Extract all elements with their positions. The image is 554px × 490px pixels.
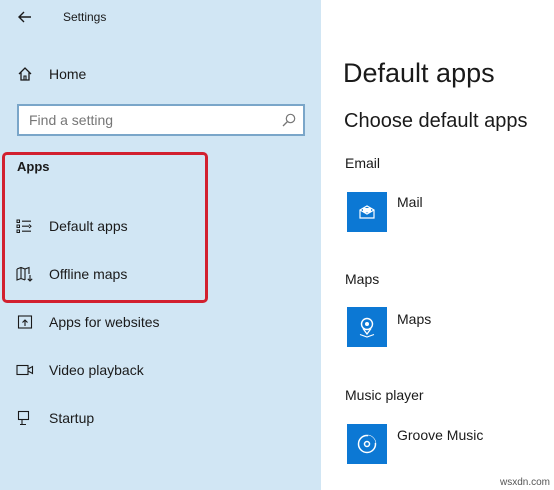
offline-maps-icon <box>16 265 34 283</box>
section-title: Choose default apps <box>344 110 528 132</box>
mail-app-tile[interactable] <box>347 192 387 232</box>
sidebar-item-label: Offline maps <box>49 266 128 282</box>
sidebar-item-video-playback[interactable]: Video playback <box>0 350 321 390</box>
startup-icon <box>16 409 34 427</box>
sidebar-item-default-apps[interactable]: Default apps <box>0 206 321 246</box>
sidebar-item-home[interactable]: Home <box>0 54 321 94</box>
window-title: Settings <box>63 10 107 24</box>
category-label-maps: Maps <box>345 271 380 287</box>
video-playback-icon <box>16 361 34 379</box>
mail-icon <box>359 205 375 219</box>
sidebar-item-startup[interactable]: Startup <box>0 398 321 438</box>
default-email-app-name[interactable]: Mail <box>397 194 423 210</box>
main-content: Default apps Choose default apps Email M… <box>321 0 554 490</box>
search-icon[interactable] <box>281 112 297 128</box>
category-label-email: Email <box>345 155 381 171</box>
home-icon <box>16 65 34 83</box>
sidebar-item-label: Default apps <box>49 218 128 234</box>
groove-music-app-tile[interactable] <box>347 424 387 464</box>
default-maps-app-name[interactable]: Maps <box>397 311 431 327</box>
maps-app-tile[interactable] <box>347 307 387 347</box>
maps-icon <box>359 317 375 338</box>
groove-music-icon <box>357 434 377 454</box>
sidebar-item-apps-for-websites[interactable]: Apps for websites <box>0 302 321 342</box>
search-input[interactable] <box>29 112 269 128</box>
sidebar: Settings Home Apps Default apps <box>0 0 321 490</box>
sidebar-item-label: Video playback <box>49 362 144 378</box>
sidebar-item-label: Home <box>49 66 87 82</box>
apps-for-websites-icon <box>16 313 34 331</box>
default-music-app-name[interactable]: Groove Music <box>397 427 483 443</box>
back-arrow-icon <box>18 11 31 23</box>
section-heading-apps: Apps <box>17 159 50 174</box>
watermark: wsxdn.com <box>499 477 550 488</box>
sidebar-item-offline-maps[interactable]: Offline maps <box>0 254 321 294</box>
category-label-music-player: Music player <box>345 387 424 403</box>
default-apps-icon <box>16 217 34 235</box>
back-button[interactable] <box>14 6 36 28</box>
sidebar-item-label: Startup <box>49 410 95 426</box>
search-box[interactable] <box>17 104 305 136</box>
sidebar-item-label: Apps for websites <box>49 314 160 330</box>
page-title: Default apps <box>343 58 495 88</box>
